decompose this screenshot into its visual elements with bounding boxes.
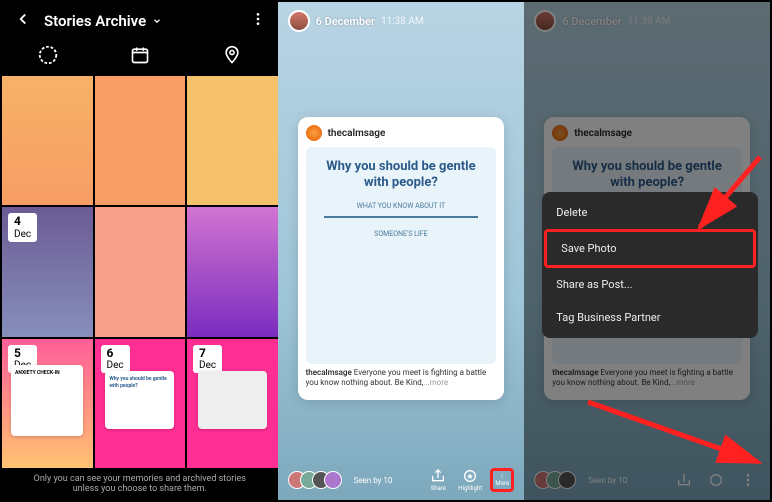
menu-tag-business-partner[interactable]: Tag Business Partner xyxy=(542,301,758,334)
viewers-stack[interactable] xyxy=(288,471,342,489)
card-avatar-icon xyxy=(552,125,568,141)
share-button[interactable]: Share xyxy=(426,468,450,492)
date-badge: 4Dec xyxy=(8,213,37,241)
story-tile[interactable] xyxy=(95,76,186,205)
card-avatar-icon xyxy=(306,125,322,141)
archive-footer-text: Only you can see your memories and archi… xyxy=(2,468,278,500)
story-header: 6 December 11:38 AM xyxy=(524,2,770,40)
share-button xyxy=(672,468,696,492)
tile-preview: ANXIETY CHECK-IN xyxy=(11,365,83,436)
story-tile[interactable] xyxy=(187,76,278,205)
card-image: Why you should be gentle with people? WH… xyxy=(306,147,497,364)
archive-tabs xyxy=(2,40,278,76)
tab-calendar-icon[interactable] xyxy=(129,44,151,66)
story-tile[interactable] xyxy=(2,76,93,205)
archive-panel: Stories Archive 4Dec 5Dec ANXIETY CHECK-… xyxy=(2,2,278,500)
story-tile[interactable] xyxy=(187,207,278,336)
menu-save-photo[interactable]: Save Photo xyxy=(544,229,756,268)
highlight-button xyxy=(704,468,728,492)
highlight-button[interactable]: Highlight xyxy=(458,468,482,492)
viewers-stack xyxy=(534,471,576,489)
story-footer: Seen by 10 Share Highlight More xyxy=(278,460,525,500)
menu-dots-icon[interactable] xyxy=(250,11,266,31)
story-card[interactable]: thecalmsage Why you should be gentle wit… xyxy=(298,117,505,400)
tab-location-icon[interactable] xyxy=(221,44,243,66)
story-tile[interactable]: 5Dec ANXIETY CHECK-IN xyxy=(2,339,93,468)
story-menu-panel: 6 December 11:38 AM thecalmsage Why you … xyxy=(524,2,770,500)
tab-stories-icon[interactable] xyxy=(37,44,59,66)
story-header: 6 December 11:38 AM xyxy=(278,2,525,40)
back-icon[interactable] xyxy=(14,10,32,32)
story-tile[interactable]: 6Dec Why you should be gentle with peopl… xyxy=(95,339,186,468)
menu-share-as-post[interactable]: Share as Post... xyxy=(542,268,758,301)
card-title: Why you should be gentle with people? xyxy=(314,159,489,190)
story-tile[interactable]: 7Dec xyxy=(187,339,278,468)
card-title: Why you should be gentle with people? xyxy=(560,159,734,190)
more-button[interactable]: More xyxy=(490,468,514,492)
avatar xyxy=(534,10,556,32)
context-menu: Delete Save Photo Share as Post... Tag B… xyxy=(542,192,758,338)
seen-by-text: Seen by 10 xyxy=(588,476,664,485)
more-button xyxy=(736,468,760,492)
story-view-panel: 6 December 11:38 AM thecalmsage Why you … xyxy=(278,2,525,500)
story-date: 6 December xyxy=(316,15,375,28)
archive-header: Stories Archive xyxy=(2,2,278,40)
date-badge: 6Dec xyxy=(101,345,130,373)
card-caption: thecalmsage Everyone you meet is fightin… xyxy=(306,368,497,389)
story-tile[interactable]: 4Dec xyxy=(2,207,93,336)
seen-by-text[interactable]: Seen by 10 xyxy=(354,476,419,485)
card-username: thecalmsage xyxy=(328,128,386,139)
date-badge: 7Dec xyxy=(193,345,222,373)
tile-preview xyxy=(198,371,267,429)
story-footer: Seen by 10 xyxy=(524,460,770,500)
story-time: 11:38 AM xyxy=(628,16,671,27)
avatar[interactable] xyxy=(288,10,310,32)
story-time: 11:38 AM xyxy=(381,16,424,27)
card-caption: thecalmsage Everyone you meet is fightin… xyxy=(552,368,742,389)
story-tile[interactable] xyxy=(95,207,186,336)
card-username: thecalmsage xyxy=(574,128,632,139)
menu-delete[interactable]: Delete xyxy=(542,196,758,229)
story-date: 6 December xyxy=(562,15,621,28)
tile-preview: Why you should be gentle with people? xyxy=(105,371,174,429)
archive-grid: 4Dec 5Dec ANXIETY CHECK-IN 6Dec Why you … xyxy=(2,76,278,468)
archive-title[interactable]: Stories Archive xyxy=(44,12,238,30)
